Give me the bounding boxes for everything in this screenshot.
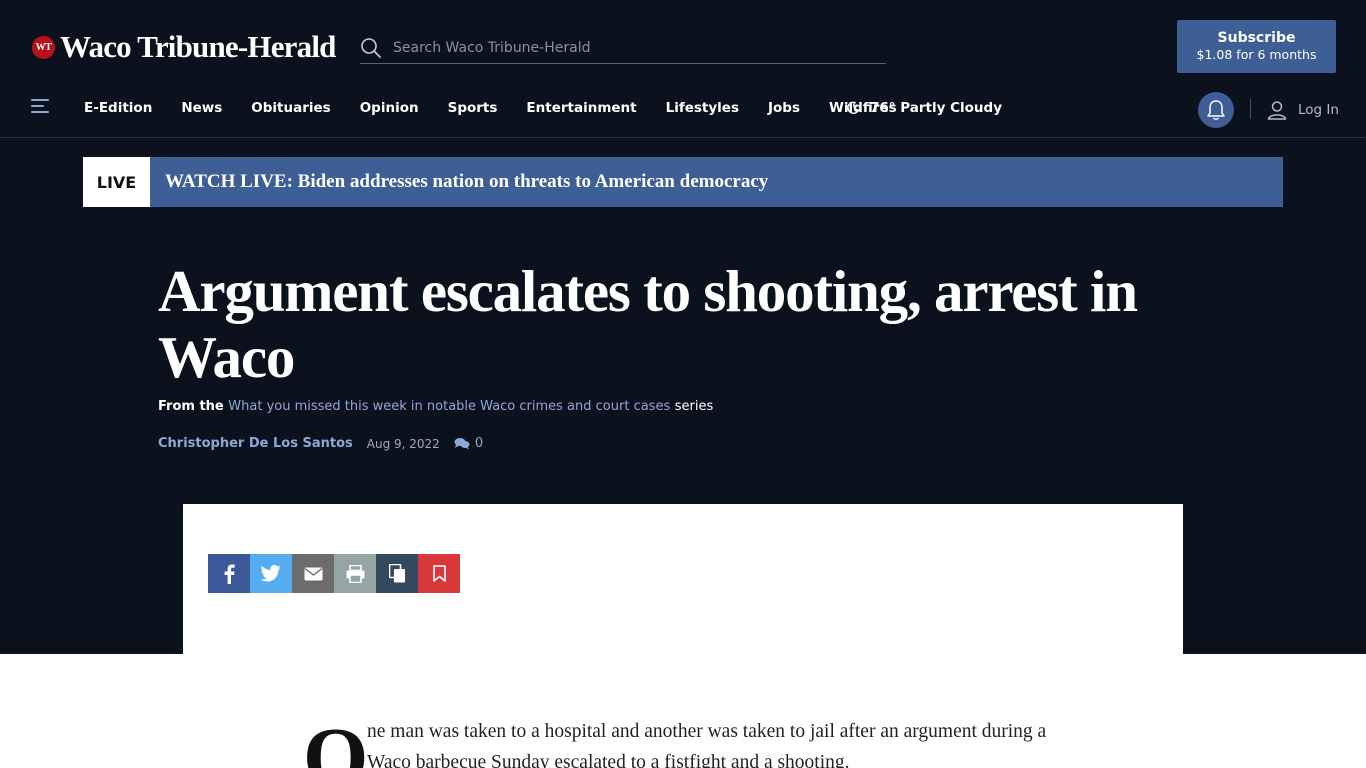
nav-item-opinion[interactable]: Opinion xyxy=(360,100,419,116)
twitter-icon xyxy=(261,565,281,582)
print-button[interactable] xyxy=(334,554,376,593)
subscribe-title: Subscribe xyxy=(1217,30,1296,46)
nav-divider xyxy=(1250,99,1251,119)
search-input[interactable] xyxy=(393,40,873,56)
share-email-button[interactable] xyxy=(292,554,334,593)
comments-link[interactable]: 0 xyxy=(454,436,483,451)
search-icon[interactable] xyxy=(360,37,382,59)
login-link[interactable]: Log In xyxy=(1266,99,1339,121)
article-paragraph: ne man was taken to a hospital and anoth… xyxy=(367,721,1047,768)
share-facebook-button[interactable] xyxy=(208,554,250,593)
bookmark-icon xyxy=(432,565,446,582)
site-logo[interactable]: WT Waco Tribune-Herald xyxy=(32,30,336,64)
series-link[interactable]: What you missed this week in notable Wac… xyxy=(228,399,670,414)
series-line: From the What you missed this week in no… xyxy=(158,399,713,414)
comments-icon xyxy=(454,438,470,450)
author-link[interactable]: Christopher De Los Santos xyxy=(158,436,353,451)
copy-icon xyxy=(388,564,405,583)
bell-icon xyxy=(1207,100,1225,120)
article-body: O ne man was taken to a hospital and ano… xyxy=(303,716,1083,768)
logo-text: Waco Tribune-Herald xyxy=(60,29,336,64)
nav-item-e-edition[interactable]: E-Edition xyxy=(84,100,152,116)
article-media-panel xyxy=(183,504,1183,654)
search-bar[interactable] xyxy=(360,33,886,64)
subscribe-button[interactable]: Subscribe $1.08 for 6 months xyxy=(1177,20,1336,73)
main-nav: E-Edition News Obituaries Opinion Sports… xyxy=(0,84,1366,138)
series-prefix: From the xyxy=(158,399,224,414)
nav-item-news[interactable]: News xyxy=(181,100,222,116)
notifications-button[interactable] xyxy=(1198,92,1234,128)
nav-item-entertainment[interactable]: Entertainment xyxy=(526,100,636,116)
nav-item-obituaries[interactable]: Obituaries xyxy=(251,100,330,116)
comment-count: 0 xyxy=(474,436,484,451)
weather-text: 76° Partly Cloudy xyxy=(870,100,1003,116)
series-suffix: series xyxy=(674,399,714,414)
share-toolbar xyxy=(208,554,460,593)
live-tag: LIVE xyxy=(83,157,150,207)
nav-item-sports[interactable]: Sports xyxy=(448,100,498,116)
live-banner[interactable]: LIVE WATCH LIVE: Biden addresses nation … xyxy=(83,157,1283,207)
publish-date: Aug 9, 2022 xyxy=(366,436,440,451)
article-headline: Argument escalates to shooting, arrest i… xyxy=(158,258,1138,390)
nav-item-jobs[interactable]: Jobs xyxy=(768,100,800,116)
menu-icon[interactable] xyxy=(31,99,49,117)
moon-icon xyxy=(847,101,860,114)
envelope-icon xyxy=(304,567,322,580)
nav-item-lifestyles[interactable]: Lifestyles xyxy=(666,100,739,116)
weather-widget[interactable]: 76° Partly Cloudy xyxy=(846,100,1002,116)
logo-badge: WT xyxy=(32,35,55,59)
print-icon xyxy=(346,564,364,583)
live-headline[interactable]: WATCH LIVE: Biden addresses nation on th… xyxy=(165,171,768,193)
save-bookmark-button[interactable] xyxy=(418,554,460,593)
copy-link-button[interactable] xyxy=(376,554,418,593)
article-meta: Christopher De Los Santos Aug 9, 2022 0 xyxy=(158,436,483,451)
subscribe-price: $1.08 for 6 months xyxy=(1196,47,1317,62)
facebook-icon xyxy=(224,564,235,584)
nav-links: E-Edition News Obituaries Opinion Sports… xyxy=(70,100,912,116)
share-twitter-button[interactable] xyxy=(250,554,292,593)
drop-cap: O xyxy=(303,711,369,768)
user-icon xyxy=(1267,101,1287,120)
login-label: Log In xyxy=(1298,102,1339,118)
